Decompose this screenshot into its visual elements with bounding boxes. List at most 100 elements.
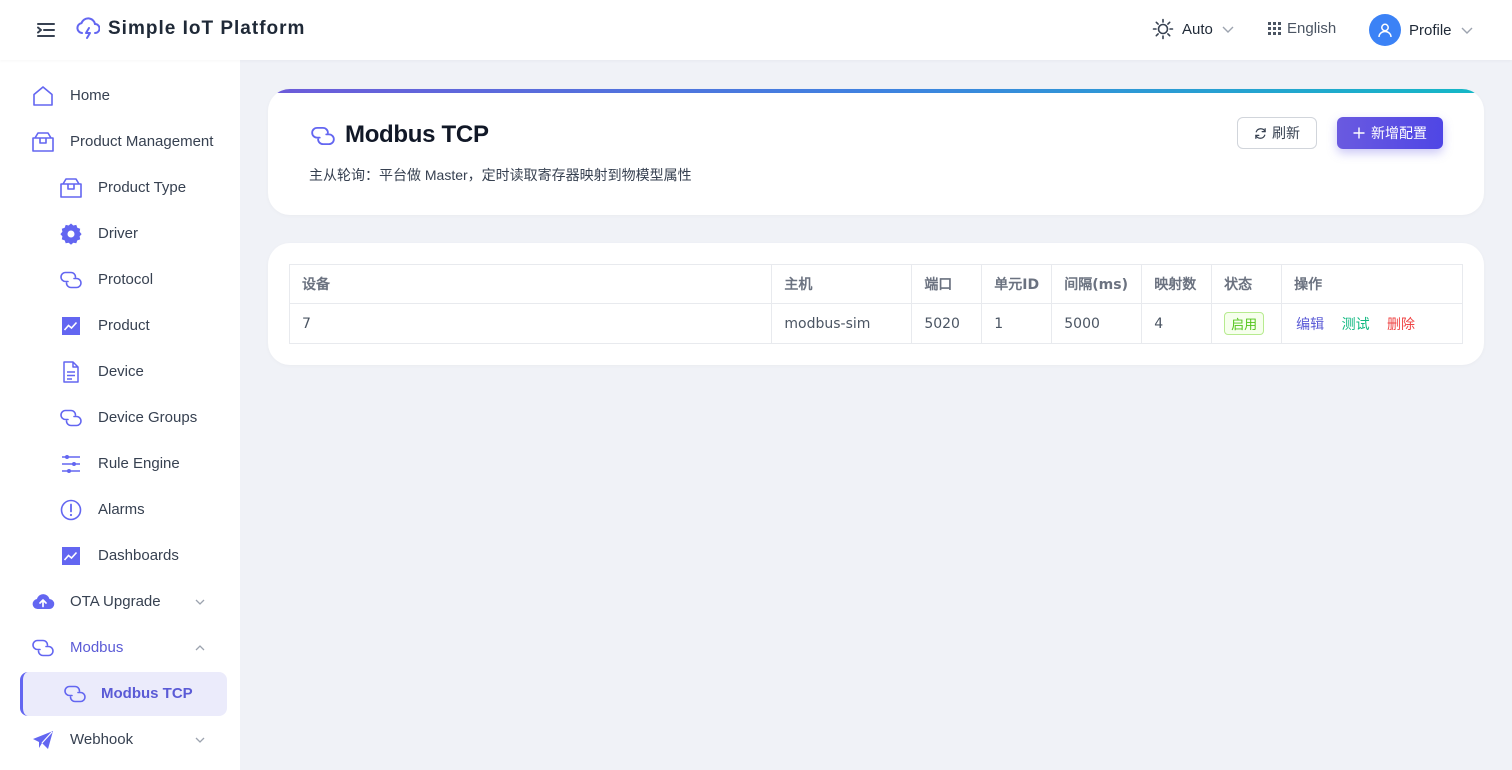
gradient-accent-bar — [268, 89, 1484, 93]
sidebar-item-protocol[interactable]: Protocol — [0, 258, 240, 302]
sidebar-item-label: OTA Upgrade — [70, 593, 161, 610]
link-icon — [31, 636, 55, 660]
profile-label: Profile — [1409, 21, 1452, 39]
sidebar-item-label: Dashboards — [98, 547, 179, 564]
sidebar-item-label: Home — [70, 87, 111, 104]
sidebar-item-driver[interactable]: Driver — [0, 212, 240, 256]
refresh-button[interactable]: 刷新 — [1237, 117, 1317, 149]
page-title: Modbus TCP — [345, 121, 489, 148]
link-icon — [63, 682, 87, 706]
device-cell: 7 — [288, 303, 773, 344]
sidebar-item-label: Product Management — [70, 133, 214, 150]
theme-selector[interactable]: Auto — [1152, 18, 1235, 40]
status-cell: 启用 — [1211, 303, 1283, 344]
sidebar-item-modbus-tcp[interactable]: Modbus TCP — [20, 672, 227, 716]
sidebar-item-label: Webhook — [70, 731, 134, 748]
top-header: Simple IoT Platform Auto English Profile — [0, 0, 1512, 60]
box-icon — [31, 130, 55, 154]
column-header: 操作 — [1281, 264, 1463, 304]
sidebar-item-label: Device Groups — [98, 409, 198, 426]
cloud-upload-icon — [31, 590, 55, 614]
interval-cell: 5000 — [1051, 303, 1143, 344]
sidebar-item-label: Product Type — [98, 179, 187, 196]
column-header: 映射数 — [1141, 264, 1213, 304]
actions-cell: 编辑 测试 删除 — [1281, 303, 1463, 344]
table-row: 7 modbus-sim 5020 1 5000 4 启用 编辑 测试 删除 — [288, 303, 1463, 344]
page-subtitle: 主从轮询：平台做 Master，定时读取寄存器映射到物模型属性 — [309, 167, 692, 183]
sidebar-item-label: Modbus — [70, 639, 124, 656]
sidebar-item-rule-engine[interactable]: Rule Engine — [0, 442, 240, 486]
add-config-button[interactable]: 新增配置 — [1337, 117, 1443, 149]
sidebar: Home Product Management Product Type Dri… — [0, 60, 240, 770]
refresh-label: 刷新 — [1272, 126, 1300, 142]
edit-link[interactable]: 编辑 — [1296, 317, 1324, 333]
status-badge: 启用 — [1224, 312, 1265, 335]
mappings-cell: 4 — [1141, 303, 1213, 344]
home-icon — [31, 84, 55, 108]
link-icon — [59, 268, 83, 292]
table-header-row: 设备 主机 端口 单元ID 间隔(ms) 映射数 状态 操作 — [288, 264, 1463, 304]
sidebar-item-label: Protocol — [98, 271, 154, 288]
sidebar-item-ota-upgrade[interactable]: OTA Upgrade — [0, 580, 240, 624]
test-link[interactable]: 测试 — [1342, 317, 1370, 333]
chevron-up-icon — [195, 645, 205, 651]
sliders-icon — [59, 452, 83, 476]
sidebar-item-label: Alarms — [98, 501, 145, 518]
avatar — [1369, 14, 1401, 46]
chart-icon — [59, 544, 83, 568]
send-icon — [31, 728, 55, 752]
sidebar-item-device[interactable]: Device — [0, 350, 240, 394]
add-config-label: 新增配置 — [1371, 126, 1427, 142]
plus-icon — [1353, 127, 1365, 139]
alert-icon — [59, 498, 83, 522]
unit-id-cell: 1 — [981, 303, 1053, 344]
link-icon — [59, 406, 83, 430]
cloud-bolt-logo-icon — [76, 17, 100, 39]
sidebar-item-home[interactable]: Home — [0, 74, 240, 118]
host-cell: modbus-sim — [771, 303, 913, 344]
language-selector[interactable]: English — [1268, 20, 1336, 37]
chart-icon — [59, 314, 83, 338]
sun-icon — [1152, 18, 1174, 40]
port-cell: 5020 — [911, 303, 983, 344]
profile-menu[interactable]: Profile — [1369, 14, 1474, 46]
box-icon — [59, 176, 83, 200]
chevron-down-icon — [1222, 26, 1234, 33]
sidebar-item-alarms[interactable]: Alarms — [0, 488, 240, 532]
user-icon — [1378, 23, 1392, 38]
column-header: 单元ID — [981, 264, 1053, 304]
language-label: English — [1287, 20, 1337, 37]
sidebar-item-label: Rule Engine — [98, 455, 180, 472]
menu-toggle-icon[interactable] — [36, 20, 56, 40]
column-header: 主机 — [771, 264, 913, 304]
sidebar-item-label: Modbus TCP — [101, 685, 193, 702]
document-icon — [59, 360, 83, 384]
grid-icon — [1268, 22, 1281, 35]
column-header: 设备 — [288, 264, 773, 304]
gear-icon — [59, 222, 83, 246]
page-header-card: Modbus TCP 主从轮询：平台做 Master，定时读取寄存器映射到物模型… — [268, 89, 1484, 215]
config-table-card: 设备 主机 端口 单元ID 间隔(ms) 映射数 状态 操作 7 modbus-… — [268, 243, 1484, 365]
config-table: 设备 主机 端口 单元ID 间隔(ms) 映射数 状态 操作 7 modbus-… — [288, 264, 1463, 344]
sidebar-item-device-groups[interactable]: Device Groups — [0, 396, 240, 440]
chevron-down-icon — [195, 599, 205, 605]
sidebar-item-product[interactable]: Product — [0, 304, 240, 348]
column-header: 端口 — [911, 264, 983, 304]
link-icon — [311, 126, 335, 146]
sidebar-item-label: Driver — [98, 225, 138, 242]
sidebar-item-product-type[interactable]: Product Type — [0, 166, 240, 210]
sidebar-item-modbus[interactable]: Modbus — [0, 626, 240, 670]
sidebar-item-label: Product — [98, 317, 150, 334]
chevron-down-icon — [1461, 27, 1473, 34]
column-header: 间隔(ms) — [1051, 264, 1143, 304]
sidebar-item-dashboards[interactable]: Dashboards — [0, 534, 240, 578]
theme-label: Auto — [1182, 20, 1213, 38]
chevron-down-icon — [195, 737, 205, 743]
app-title: Simple IoT Platform — [108, 18, 306, 39]
sidebar-item-product-management[interactable]: Product Management — [0, 120, 240, 164]
sidebar-item-label: Device — [98, 363, 144, 380]
column-header: 状态 — [1211, 264, 1283, 304]
delete-link[interactable]: 删除 — [1387, 317, 1415, 333]
sidebar-item-webhook[interactable]: Webhook — [0, 718, 240, 762]
refresh-icon — [1255, 127, 1266, 139]
